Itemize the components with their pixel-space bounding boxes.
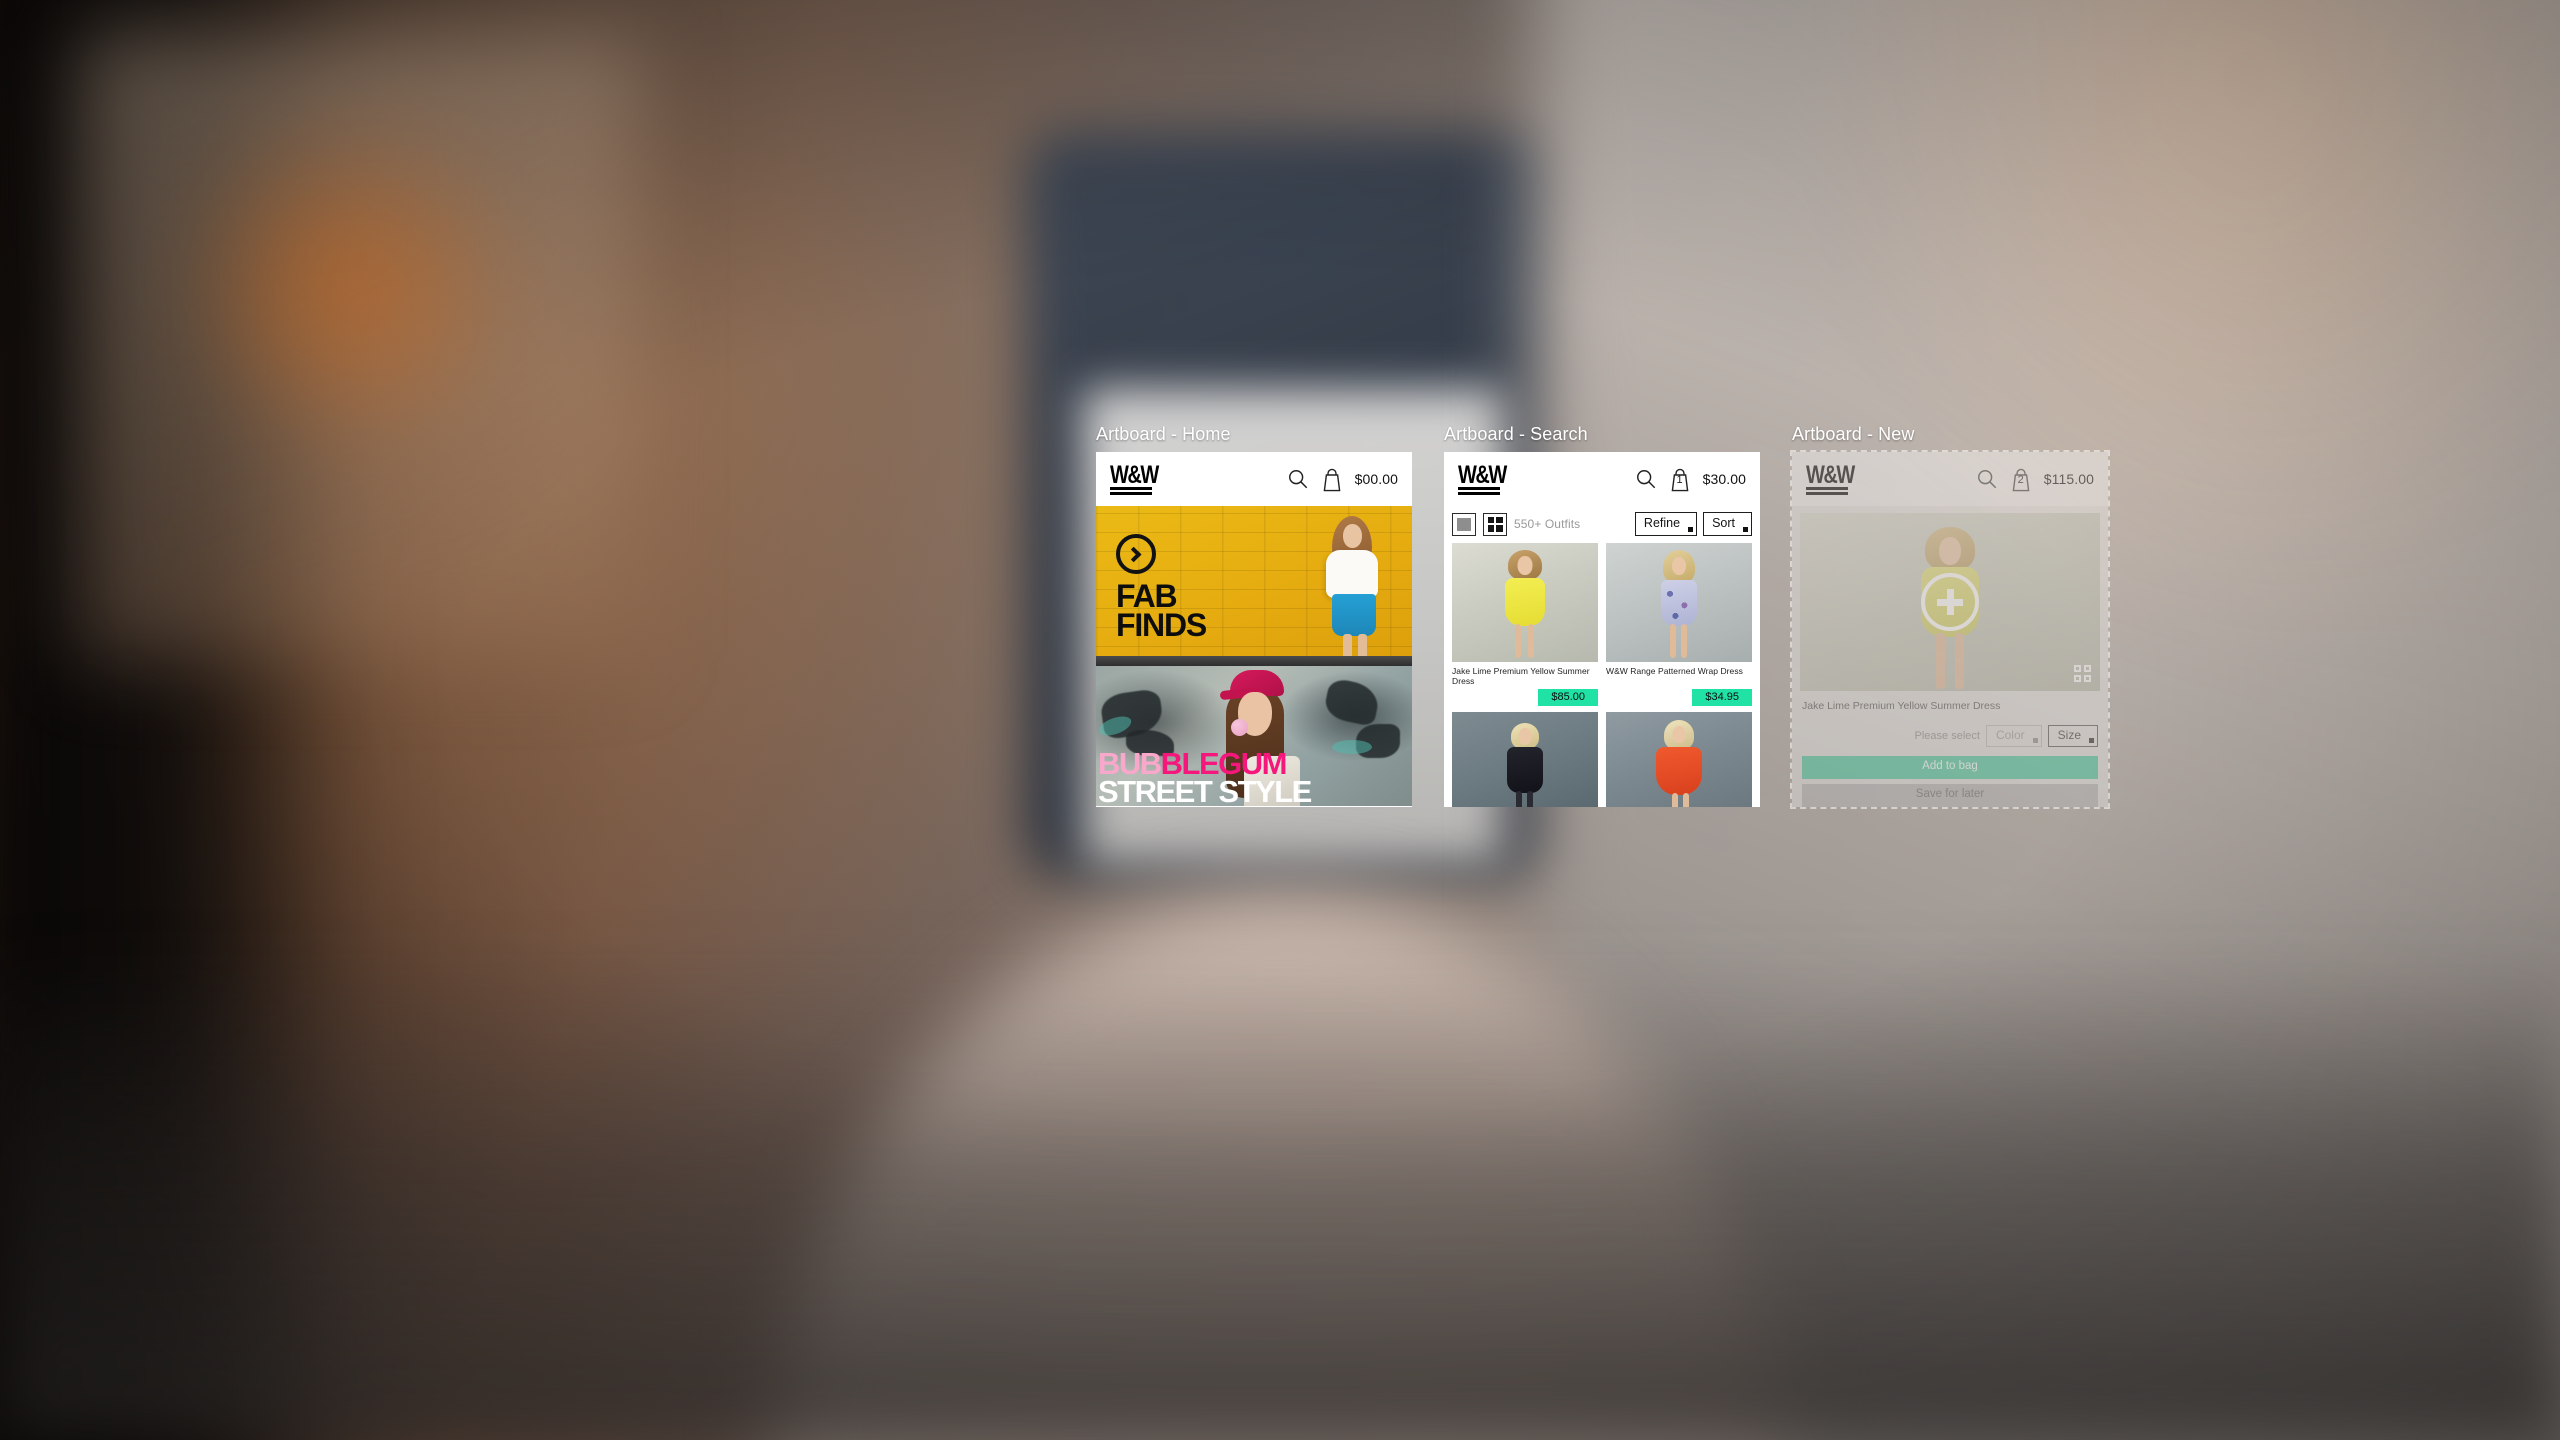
new-app-bar-actions: 2 $115.00 — [1976, 467, 2094, 492]
hero-banner-bubblegum[interactable]: BUBBLEGUM STREET STYLE — [1096, 666, 1412, 806]
filter-button-group: Refine Sort — [1634, 512, 1752, 536]
bag-total-amount: $30.00 — [1702, 471, 1746, 487]
chevron-right-circle-icon[interactable] — [1116, 534, 1156, 574]
search-app-bar-actions: 1 $30.00 — [1635, 467, 1746, 492]
artboard-home[interactable]: Artboard - Home W&W $00.00 FAB FINDS BUB… — [1096, 424, 1412, 807]
brand-logo-bar-2 — [1110, 492, 1152, 495]
refine-button[interactable]: Refine — [1634, 512, 1698, 536]
hero-model-illustration — [1314, 516, 1390, 666]
product-image[interactable] — [1606, 543, 1752, 662]
home-app-bar: W&W $00.00 — [1096, 452, 1412, 506]
dropdown-corner-icon — [1743, 527, 1748, 532]
artboard-home-label: Artboard - Home — [1096, 424, 1231, 444]
search-app-bar: W&W 1 $30.00 — [1444, 452, 1760, 506]
hero-banner-fab-finds[interactable]: FAB FINDS — [1096, 506, 1412, 666]
product-image[interactable] — [1452, 712, 1598, 807]
artboard-home-frame[interactable]: W&W $00.00 FAB FINDS BUBBLEGUM STREET ST… — [1096, 452, 1412, 807]
pdp-product-image[interactable] — [1800, 513, 2100, 691]
color-select-label: Color — [1995, 728, 2025, 742]
pdp-product-title: Jake Lime Premium Yellow Summer Dress — [1802, 700, 2001, 712]
hero-bubblegum-line-2: STREET STYLE — [1098, 774, 1312, 806]
shopping-bag-icon[interactable]: 1 — [1668, 467, 1692, 492]
dropdown-corner-icon — [2089, 738, 2094, 743]
product-name: W&W Range Patterned Wrap Dress — [1606, 666, 1743, 676]
product-price: $85.00 — [1538, 689, 1598, 706]
dropdown-corner-icon — [1688, 527, 1694, 532]
hero-cta-group[interactable]: FAB FINDS — [1116, 534, 1207, 643]
single-column-view-icon[interactable] — [1452, 512, 1476, 536]
hero-title-line-2: FINDS — [1116, 607, 1207, 643]
bag-count-badge: 1 — [1676, 473, 1683, 486]
save-for-later-button[interactable]: Save for later — [1802, 784, 2098, 807]
expand-fullscreen-icon[interactable] — [2074, 665, 2091, 682]
graffiti-mark — [1322, 677, 1382, 727]
dropdown-corner-icon — [2032, 738, 2038, 743]
plus-circle-icon[interactable] — [1921, 573, 1979, 631]
search-icon[interactable] — [1976, 468, 1998, 490]
bag-count-badge: 2 — [2017, 473, 2024, 486]
pdp-option-selectors: Please select Color Size — [1792, 713, 2108, 747]
refine-button-label: Refine — [1643, 516, 1681, 530]
brand-logo[interactable]: W&W — [1458, 461, 1507, 495]
artboard-new-frame[interactable]: W&W 2 $115.00 Jake Lime Premium Yellow S… — [1790, 450, 2110, 809]
artboard-search-frame[interactable]: W&W 1 $30.00 550+ Outfits Refine Sort Ja… — [1444, 452, 1760, 807]
grid-view-icon[interactable] — [1483, 512, 1507, 536]
brand-logo[interactable]: W&W — [1806, 461, 1855, 495]
hero-ground-strip — [1096, 656, 1412, 666]
home-app-bar-actions: $00.00 — [1287, 467, 1398, 492]
product-price: $34.95 — [1692, 689, 1752, 706]
product-card[interactable] — [1606, 712, 1752, 807]
search-filter-bar: 550+ Outfits Refine Sort — [1444, 506, 1760, 543]
bag-total-amount: $00.00 — [1354, 471, 1398, 487]
pdp-action-buttons: Add to bag Save for later — [1792, 747, 2108, 807]
shopping-bag-icon[interactable] — [1320, 467, 1344, 492]
product-card[interactable]: Jake Lime Premium Yellow Summer Dress $8… — [1452, 543, 1598, 706]
search-icon[interactable] — [1635, 468, 1657, 490]
color-select[interactable]: Color — [1985, 725, 2042, 747]
results-count-label: 550+ Outfits — [1514, 517, 1581, 531]
sort-button[interactable]: Sort — [1703, 512, 1752, 536]
product-card[interactable] — [1452, 712, 1598, 807]
product-image[interactable] — [1606, 712, 1752, 807]
size-select[interactable]: Size — [2047, 725, 2098, 747]
bag-total-amount: $115.00 — [2043, 471, 2094, 487]
product-name: Jake Lime Premium Yellow Summer Dress — [1452, 666, 1590, 686]
brand-logo-bar-2 — [1806, 492, 1848, 495]
product-card[interactable]: W&W Range Patterned Wrap Dress $34.95 — [1606, 543, 1752, 706]
brand-logo[interactable]: W&W — [1110, 461, 1159, 495]
artboard-new[interactable]: Artboard - New W&W 2 $115.00 Jake Lime P… — [1790, 424, 2110, 809]
size-select-label: Size — [2057, 728, 2081, 742]
brand-logo-text: W&W — [1458, 461, 1507, 490]
add-to-bag-button[interactable]: Add to bag — [1802, 756, 2098, 779]
hero-bubblegum-titles: BUBBLEGUM STREET STYLE — [1096, 748, 1412, 806]
brand-logo-text: W&W — [1806, 461, 1855, 490]
new-app-bar: W&W 2 $115.00 — [1792, 452, 2108, 506]
artboard-new-label: Artboard - New — [1792, 424, 1915, 444]
brand-logo-bar-2 — [1458, 492, 1500, 495]
product-image[interactable] — [1452, 543, 1598, 662]
artboards-canvas: Artboard - Home W&W $00.00 FAB FINDS BUB… — [0, 0, 2560, 1440]
sort-button-label: Sort — [1712, 516, 1735, 530]
artboard-search-label: Artboard - Search — [1444, 424, 1588, 444]
product-grid: Jake Lime Premium Yellow Summer Dress $8… — [1444, 543, 1760, 807]
brand-logo-text: W&W — [1110, 461, 1159, 490]
search-icon[interactable] — [1287, 468, 1309, 490]
shopping-bag-icon[interactable]: 2 — [2009, 467, 2033, 492]
artboard-search[interactable]: Artboard - Search W&W 1 $30.00 550+ Outf… — [1444, 424, 1760, 807]
please-select-label: Please select — [1914, 730, 1980, 742]
